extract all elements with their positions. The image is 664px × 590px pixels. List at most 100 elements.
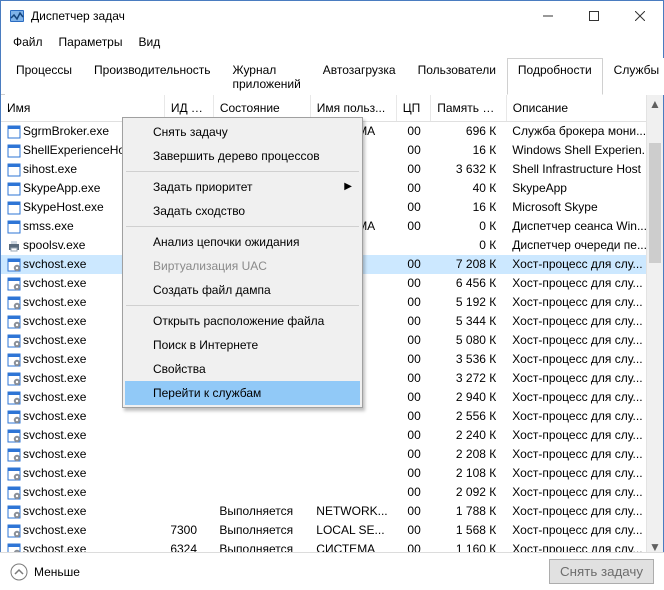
svc-icon bbox=[7, 258, 21, 272]
app-icon bbox=[7, 144, 21, 158]
context-menu-item[interactable]: Открыть расположение файла bbox=[125, 309, 360, 333]
table-row[interactable]: svchost.exe002 240 КХост-процесс для слу… bbox=[1, 426, 663, 445]
window-controls bbox=[525, 1, 663, 31]
table-row[interactable]: svchost.exe7300ВыполняетсяLOCAL SE...001… bbox=[1, 521, 663, 540]
cell bbox=[164, 426, 213, 445]
table-row[interactable]: svchost.exe002 092 КХост-процесс для слу… bbox=[1, 483, 663, 502]
cell: 3 272 К bbox=[431, 369, 507, 388]
cell: Диспетчер очереди пе... bbox=[506, 236, 662, 255]
svc-icon bbox=[7, 334, 21, 348]
table-row[interactable]: svchost.exe002 108 КХост-процесс для слу… bbox=[1, 464, 663, 483]
context-menu-item[interactable]: Задать приоритет▶ bbox=[125, 175, 360, 199]
tab-5[interactable]: Подробности bbox=[507, 58, 603, 95]
cell: 00 bbox=[396, 350, 431, 369]
cell: Хост-процесс для слу... bbox=[506, 483, 662, 502]
context-menu-item[interactable]: Снять задачу bbox=[125, 120, 360, 144]
cell: svchost.exe bbox=[1, 426, 164, 445]
menu-параметры[interactable]: Параметры bbox=[51, 32, 131, 52]
cell bbox=[310, 464, 396, 483]
table-row[interactable]: svchost.exe002 556 КХост-процесс для слу… bbox=[1, 407, 663, 426]
fewer-details-button[interactable]: Меньше bbox=[10, 563, 80, 581]
scroll-up-icon[interactable]: ▲ bbox=[647, 95, 663, 112]
svc-icon bbox=[7, 372, 21, 386]
app-icon bbox=[7, 163, 21, 177]
cell: Shell Infrastructure Host bbox=[506, 160, 662, 179]
cell: 2 940 К bbox=[431, 388, 507, 407]
window-title: Диспетчер задач bbox=[31, 9, 525, 23]
menu-вид[interactable]: Вид bbox=[130, 32, 168, 52]
scrollbar[interactable]: ▲ ▼ bbox=[646, 95, 663, 555]
cell: Microsoft Skype bbox=[506, 198, 662, 217]
context-menu: Снять задачуЗавершить дерево процессов За… bbox=[122, 117, 363, 408]
cell: Хост-процесс для слу... bbox=[506, 388, 662, 407]
column-header[interactable]: ЦП bbox=[396, 95, 431, 122]
app-icon bbox=[7, 201, 21, 215]
svc-icon bbox=[7, 448, 21, 462]
cell: LOCAL SE... bbox=[310, 521, 396, 540]
cell: 0 К bbox=[431, 217, 507, 236]
context-menu-item[interactable]: Перейти к службам bbox=[125, 381, 360, 405]
close-button[interactable] bbox=[617, 1, 663, 31]
cell: 2 092 К bbox=[431, 483, 507, 502]
cell: 00 bbox=[396, 141, 431, 160]
svc-icon bbox=[7, 410, 21, 424]
tab-2[interactable]: Журнал приложений bbox=[222, 58, 312, 95]
end-task-button[interactable]: Снять задачу bbox=[549, 559, 654, 584]
cell: 3 632 К bbox=[431, 160, 507, 179]
cell: svchost.exe bbox=[1, 502, 164, 521]
tab-1[interactable]: Производительность bbox=[83, 58, 221, 95]
cell: Хост-процесс для слу... bbox=[506, 293, 662, 312]
table-row[interactable]: svchost.exe002 208 КХост-процесс для слу… bbox=[1, 445, 663, 464]
tabs: ПроцессыПроизводительностьЖурнал приложе… bbox=[1, 53, 663, 95]
cell: 00 bbox=[396, 464, 431, 483]
tab-3[interactable]: Автозагрузка bbox=[312, 58, 407, 95]
cell bbox=[396, 236, 431, 255]
svc-icon bbox=[7, 524, 21, 538]
cell bbox=[310, 407, 396, 426]
submenu-arrow-icon: ▶ bbox=[344, 181, 352, 192]
column-header[interactable]: Описание bbox=[506, 95, 662, 122]
tab-4[interactable]: Пользователи bbox=[407, 58, 507, 95]
minimize-button[interactable] bbox=[525, 1, 571, 31]
svc-icon bbox=[7, 353, 21, 367]
context-menu-item[interactable]: Задать сходство bbox=[125, 199, 360, 223]
scroll-thumb[interactable] bbox=[649, 143, 661, 263]
cell bbox=[164, 483, 213, 502]
cell: 00 bbox=[396, 198, 431, 217]
table-row[interactable]: svchost.exeВыполняетсяNETWORK...001 788 … bbox=[1, 502, 663, 521]
app-icon bbox=[7, 220, 21, 234]
tab-6[interactable]: Службы bbox=[603, 58, 664, 95]
column-header[interactable]: Память (ч... bbox=[431, 95, 507, 122]
cell: Хост-процесс для слу... bbox=[506, 407, 662, 426]
cell bbox=[213, 464, 310, 483]
menu-separator bbox=[126, 171, 359, 172]
footer: Меньше Снять задачу bbox=[0, 552, 664, 590]
context-menu-item[interactable]: Свойства bbox=[125, 357, 360, 381]
context-menu-item[interactable]: Поиск в Интернете bbox=[125, 333, 360, 357]
cell: 6 456 К bbox=[431, 274, 507, 293]
task-manager-icon bbox=[9, 8, 25, 24]
menu-separator bbox=[126, 226, 359, 227]
menu-файл[interactable]: Файл bbox=[5, 32, 51, 52]
cell: 00 bbox=[396, 502, 431, 521]
context-menu-item[interactable]: Создать файл дампа bbox=[125, 278, 360, 302]
context-menu-item[interactable]: Завершить дерево процессов bbox=[125, 144, 360, 168]
cell: 5 080 К bbox=[431, 331, 507, 350]
cell: 00 bbox=[396, 293, 431, 312]
context-menu-item[interactable]: Анализ цепочки ожидания bbox=[125, 230, 360, 254]
cell: 00 bbox=[396, 369, 431, 388]
cell: Хост-процесс для слу... bbox=[506, 521, 662, 540]
cell bbox=[164, 407, 213, 426]
app-icon bbox=[7, 182, 21, 196]
menu-separator bbox=[126, 305, 359, 306]
cell: 40 К bbox=[431, 179, 507, 198]
svc-icon bbox=[7, 429, 21, 443]
cell bbox=[310, 483, 396, 502]
cell: Хост-процесс для слу... bbox=[506, 331, 662, 350]
cell: 00 bbox=[396, 407, 431, 426]
cell: 2 108 К bbox=[431, 464, 507, 483]
maximize-button[interactable] bbox=[571, 1, 617, 31]
tab-0[interactable]: Процессы bbox=[5, 58, 83, 95]
cell bbox=[213, 407, 310, 426]
cell: 1 788 К bbox=[431, 502, 507, 521]
